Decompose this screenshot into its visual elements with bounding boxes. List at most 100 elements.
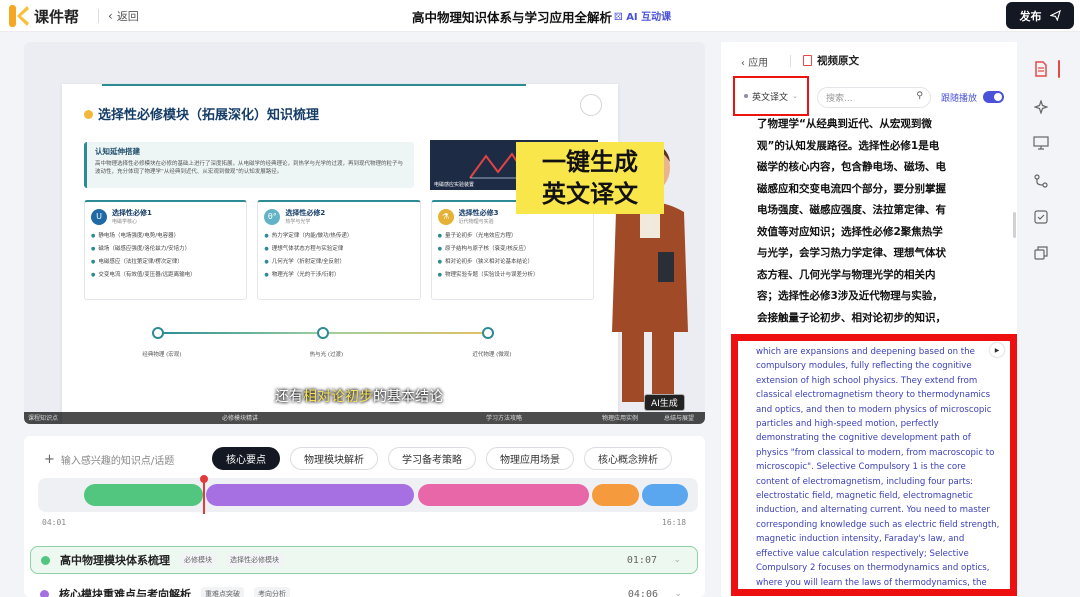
follow-playback-toggle[interactable] — [983, 91, 1004, 103]
card-head: U 选择性必修1 电磁学核心 — [91, 208, 240, 225]
topic-chip[interactable]: 核心要点 — [212, 447, 280, 470]
segment-timeline[interactable] — [38, 475, 698, 514]
top-bar: 课件帮 ‹ 返回 高中物理知识体系与学习应用全解析 ⚄ AI 互动课 发布 — [0, 0, 1080, 32]
search-placeholder: 搜索... — [826, 94, 853, 104]
flow-icon[interactable] — [1032, 172, 1050, 190]
back-button[interactable]: ‹ 返回 — [108, 8, 139, 24]
callout-line-1: 一键生成 — [542, 148, 638, 176]
timeline-node — [317, 327, 329, 339]
timeline-label: 近代物理 (微观) — [472, 352, 512, 358]
timeline-segment[interactable] — [641, 484, 689, 506]
topic-chip[interactable]: 学习备考策略 — [388, 447, 476, 470]
module-card: U 选择性必修1 电磁学核心 静电场（电场强度/电势/电容器） 磁场（磁感应强度/… — [84, 200, 248, 300]
ai-generated-badge: AI生成 — [644, 394, 685, 411]
language-select[interactable]: 英文译文 ⌄ — [733, 76, 809, 116]
slide: 选择性必修模块（拓展深化）知识梳理 认知延伸搭建 高中物理选择性必修模块在必修的… — [62, 84, 618, 424]
decorative-circle — [580, 94, 602, 116]
intro-text: 高中物理选择性必修模块在必修的基础上进行了深度拓展，从电磁学的经典理论，到热学与… — [95, 161, 404, 175]
topic-chips: 核心要点 物理模块解析 学习备考策略 物理应用场景 核心概念辨析 — [212, 447, 672, 470]
chapter-time: 01:07 — [626, 554, 657, 566]
card-title: 选择性必修3 — [458, 209, 499, 217]
chapter-title: 核心模块重难点与考向解析 — [59, 588, 191, 597]
card-item: 原子结构与原子核（衰变/核反应） — [438, 244, 587, 252]
topic-chip[interactable]: 物理应用场景 — [486, 447, 574, 470]
timeline-segment[interactable] — [417, 484, 590, 506]
card-subtitle: 热学与光学 — [285, 219, 311, 225]
video-chapter-bar[interactable]: 课程知识点 必修模块精讲 学习方法攻略 物理应用实例 总结与展望 — [24, 412, 705, 424]
topic-input-placeholder: 输入感兴趣的知识点/话题 — [60, 455, 175, 467]
publish-button[interactable]: 发布 — [1006, 2, 1074, 29]
timeline-label: 经典物理 (宏观) — [142, 352, 182, 358]
intro-box: 认知延伸搭建 高中物理选择性必修模块在必修的基础上进行了深度拓展，从电磁学的经典… — [84, 142, 414, 188]
back-label: 返回 — [116, 10, 139, 23]
playhead[interactable] — [200, 475, 208, 514]
card-heading: 选择性必修2 热学与光学 — [285, 208, 325, 225]
search-icon: ⚲ — [916, 91, 923, 101]
card-heading: 选择性必修1 电磁学核心 — [112, 208, 152, 225]
layers-icon[interactable] — [1032, 244, 1050, 262]
chapter-row[interactable]: 高中物理模块体系梳理 必修模块 选择性必修模块 01:07 ⌄ — [30, 546, 698, 574]
ai-interactive-tag[interactable]: ⚄ AI 互动课 — [614, 8, 671, 23]
callout-line-2: 英文译文 — [542, 180, 638, 208]
send-icon — [1049, 10, 1061, 21]
card-subtitle: 电磁学核心 — [112, 219, 138, 225]
timeline-segment[interactable] — [592, 484, 639, 506]
module-icon: θ° — [264, 208, 281, 225]
chapter-time: 04:06 — [627, 588, 658, 597]
apps-back-button[interactable]: ‹ 应用 — [741, 54, 768, 69]
chapter-label[interactable]: 总结与展望 — [664, 413, 694, 422]
module-cards: U 选择性必修1 电磁学核心 静电场（电场强度/电势/电容器） 磁场（磁感应强度/… — [84, 200, 594, 300]
module-icon: U — [91, 208, 107, 225]
timeline-segment[interactable] — [206, 484, 415, 506]
chapter-label[interactable]: 课程知识点 — [28, 413, 58, 422]
chapter-tag: 重难点突破 — [201, 587, 244, 597]
chapter-row[interactable]: 核心模块重难点与考向解析 重难点突破 考向分析 04:06 ⌄ — [30, 580, 698, 597]
checklist-icon[interactable] — [1032, 208, 1050, 226]
presentation-icon[interactable] — [1032, 134, 1050, 152]
card-item: 热力学定律（内能/做功/热传递） — [264, 231, 413, 239]
video-player[interactable]: 选择性必修模块（拓展深化）知识梳理 认知延伸搭建 高中物理选择性必修模块在必修的… — [24, 42, 705, 424]
ai-icon: ⚄ — [614, 12, 627, 23]
topic-chip[interactable]: 物理模块解析 — [290, 447, 378, 470]
chapter-label[interactable]: 必修模块精讲 — [222, 413, 258, 422]
chapter-title: 高中物理模块体系梳理 — [60, 554, 170, 567]
card-item: 电磁感应（法拉第定律/楞次定律） — [91, 257, 240, 265]
transcript-panel: ‹ 应用 视频原文 英文译文 ⌄ 搜索... ⚲ 跟随播放 了物理学“从经典到近代、… — [721, 42, 1017, 597]
apps-back-label: 应用 — [748, 58, 769, 69]
timeline-label: 热与光 (过渡) — [309, 352, 344, 358]
card-title: 选择性必修2 — [285, 209, 326, 217]
ai-tag-label: AI 互动课 — [626, 12, 672, 23]
timeline: 经典物理 (宏观) 热与光 (过渡) 近代物理 (微观) — [142, 327, 511, 358]
card-title: 选择性必修1 — [112, 209, 152, 217]
document-icon — [803, 55, 812, 66]
chapter-tag: 必修模块 — [180, 553, 216, 567]
knowledge-panel: + 输入感兴趣的知识点/话题 核心要点 物理模块解析 学习备考策略 物理应用场景 核心概念… — [24, 436, 705, 597]
topic-input[interactable]: + 输入感兴趣的知识点/话题 — [38, 448, 188, 470]
divider — [98, 9, 99, 23]
card-item: 几何光学（折射定律/全反射） — [264, 257, 413, 265]
transcript-scrollbar[interactable] — [1013, 212, 1016, 238]
timeline-node — [482, 327, 494, 339]
chapter-label[interactable]: 物理应用实例 — [602, 413, 638, 422]
chevron-down-icon[interactable]: ⌄ — [674, 589, 682, 597]
transcript-search-input[interactable]: 搜索... ⚲ — [817, 87, 931, 108]
play-icon[interactable]: ▶ — [990, 343, 1004, 357]
module-card: ⚗ 选择性必修3 近代物理与实验 量子论初步（光电效应方程） 原子结构与原子核（衰… — [430, 200, 594, 300]
plus-icon: + — [44, 451, 55, 467]
callout-banner: 一键生成 英文译文 — [516, 142, 664, 214]
card-item: 物理实验专题（实验设计与误差分析） — [438, 270, 587, 278]
chevron-down-icon[interactable]: ⌄ — [673, 555, 681, 565]
subtitle-before: 还有 — [275, 389, 303, 405]
card-item: 相对论初步（狭义相对论基本结论） — [438, 257, 587, 265]
topic-chip[interactable]: 核心概念辨析 — [584, 447, 672, 470]
english-translation-box: which are expansions and deepening based… — [731, 334, 1017, 596]
card-item: 静电场（电场强度/电势/电容器） — [91, 231, 240, 239]
follow-playback-label: 跟随播放 — [941, 94, 978, 104]
logo-icon — [9, 5, 29, 27]
chapter-label[interactable]: 学习方法攻略 — [486, 413, 522, 422]
timeline-node — [152, 327, 164, 339]
timeline-segment[interactable] — [84, 484, 203, 506]
document-icon[interactable] — [1032, 60, 1050, 78]
card-item: 交变电流（有效值/变压器/远距离输电） — [91, 270, 240, 278]
sparkle-icon[interactable] — [1032, 98, 1050, 116]
